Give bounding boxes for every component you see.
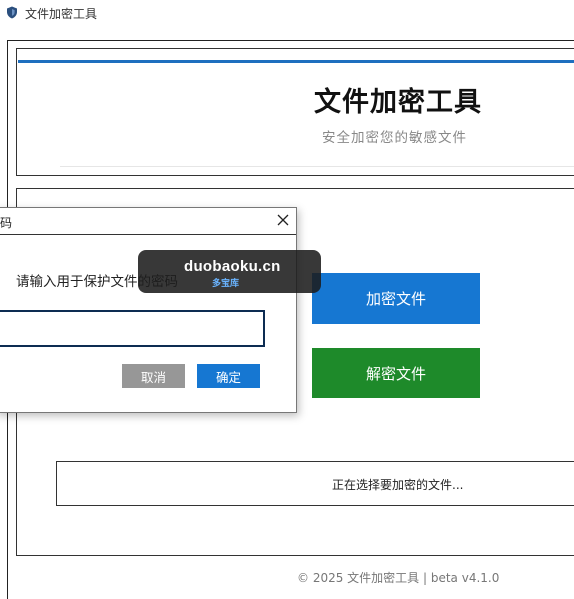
footer-copyright: © 2025 文件加密工具 | beta v4.1.0 xyxy=(297,571,500,585)
app-window: 文件加密工具 文件加密工具 安全加密您的敏感文件 加密文件 解密文件 正在选择要… xyxy=(0,0,574,599)
dialog-close-button[interactable] xyxy=(273,210,293,230)
window-title: 文件加密工具 xyxy=(25,7,98,21)
password-input[interactable] xyxy=(0,310,265,347)
watermark-text: duobaoku.cn xyxy=(184,258,281,275)
confirm-button[interactable]: 确定 xyxy=(197,364,260,388)
cancel-button[interactable]: 取消 xyxy=(122,364,185,388)
close-icon xyxy=(277,214,289,226)
status-panel xyxy=(56,461,574,506)
shield-icon xyxy=(7,6,17,19)
header-divider xyxy=(60,166,574,167)
page-title: 文件加密工具 xyxy=(314,87,482,118)
status-text: 正在选择要加密的文件... xyxy=(332,478,464,492)
dialog-title: 码 xyxy=(0,216,13,230)
decrypt-file-button[interactable]: 解密文件 xyxy=(312,348,480,398)
window-titlebar: 文件加密工具 xyxy=(0,0,574,26)
header-panel xyxy=(16,48,574,176)
watermark-subtext: 多宝库 xyxy=(212,279,240,289)
encrypt-file-button[interactable]: 加密文件 xyxy=(312,273,480,324)
header-accent-bar xyxy=(18,60,574,63)
page-subtitle: 安全加密您的敏感文件 xyxy=(322,130,467,146)
dialog-title-separator xyxy=(0,234,296,235)
